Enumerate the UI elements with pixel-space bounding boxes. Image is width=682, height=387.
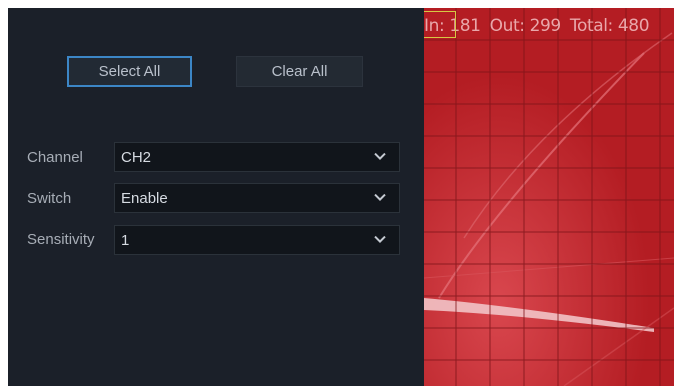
settings-panel: Select All Clear All Channel CH2 Switch … xyxy=(8,8,424,386)
clear-all-label: Clear All xyxy=(271,63,328,80)
select-all-label: Select All xyxy=(98,63,161,80)
out-label: Out: xyxy=(489,16,525,36)
switch-label: Switch xyxy=(27,190,72,207)
channel-value: CH2 xyxy=(121,148,152,166)
detection-grid[interactable] xyxy=(424,8,674,386)
clear-all-button[interactable]: Clear All xyxy=(236,56,363,87)
sensitivity-select[interactable]: 1 xyxy=(114,225,400,255)
detection-box xyxy=(424,11,456,38)
camera-preview[interactable]: In: 181 Out: 299 Total: 480 xyxy=(424,8,674,386)
chevron-down-icon xyxy=(374,235,386,244)
chevron-down-icon xyxy=(374,193,386,202)
app-window: Select All Clear All Channel CH2 Switch … xyxy=(8,8,674,386)
total-count: 480 xyxy=(617,16,650,36)
channel-select[interactable]: CH2 xyxy=(114,142,400,172)
chevron-down-icon xyxy=(374,152,386,161)
people-counter: In: 181 Out: 299 Total: 480 xyxy=(424,11,650,38)
total-label: Total: xyxy=(569,16,613,36)
switch-value: Enable xyxy=(121,189,168,207)
select-all-button[interactable]: Select All xyxy=(67,56,192,87)
switch-select[interactable]: Enable xyxy=(114,183,400,213)
sensitivity-value: 1 xyxy=(121,231,130,249)
sensitivity-label: Sensitivity xyxy=(27,231,95,248)
channel-label: Channel xyxy=(27,149,83,166)
out-count: 299 xyxy=(529,16,562,36)
